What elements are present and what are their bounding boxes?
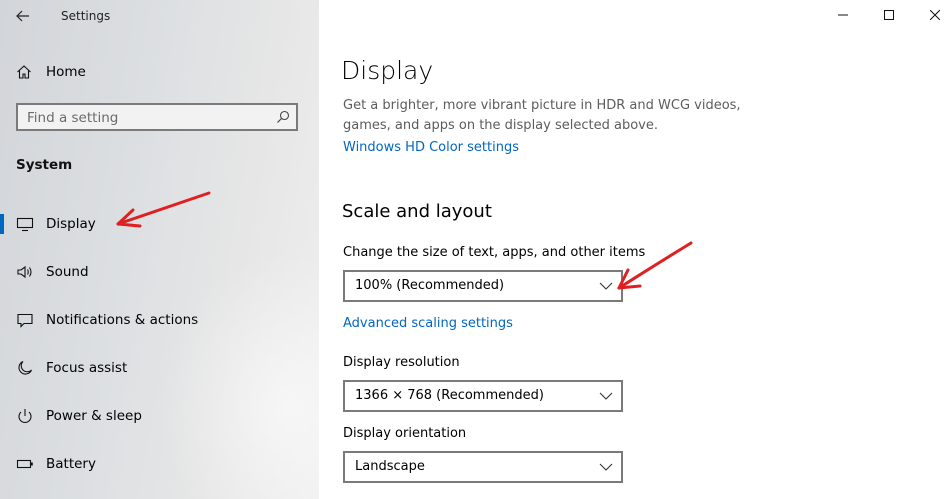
search-placeholder: Find a setting (27, 110, 119, 126)
home-icon (17, 65, 31, 79)
scale-dropdown[interactable]: 100% (Recommended) (343, 270, 623, 302)
battery-icon (16, 459, 33, 469)
orientation-label: Display orientation (343, 426, 467, 441)
chevron-down-icon (599, 392, 613, 400)
home-nav-item[interactable]: Home (0, 56, 319, 88)
chevron-down-icon (599, 282, 613, 290)
scale-layout-heading: Scale and layout (342, 201, 492, 222)
search-input[interactable]: Find a setting (16, 103, 298, 131)
sidebar-item-label: Focus assist (46, 360, 128, 376)
sidebar-item-label: Sound (46, 264, 89, 280)
resolution-value: 1366 × 768 (Recommended) (355, 388, 544, 403)
back-button[interactable] (8, 4, 38, 28)
app-title: Settings (61, 9, 111, 23)
speaker-icon (17, 265, 32, 279)
main-content: Display Get a brighter, more vibrant pic… (319, 0, 950, 499)
chevron-down-icon (599, 463, 613, 471)
power-icon (18, 409, 32, 423)
sidebar-item-label: Battery (46, 456, 96, 472)
hdr-description: Get a brighter, more vibrant picture in … (343, 98, 741, 133)
orientation-value: Landscape (355, 459, 425, 474)
close-icon (930, 10, 940, 20)
notification-icon (17, 313, 33, 328)
sidebar-item-power-sleep[interactable]: Power & sleep (0, 396, 319, 436)
resolution-dropdown[interactable]: 1366 × 768 (Recommended) (343, 380, 623, 412)
scale-label: Change the size of text, apps, and other… (343, 245, 646, 260)
maximize-button[interactable] (866, 0, 912, 30)
maximize-icon (884, 10, 894, 20)
section-label-system: System (16, 157, 73, 173)
orientation-dropdown[interactable]: Landscape (343, 451, 623, 483)
sidebar-item-label: Display (46, 216, 96, 232)
sidebar-item-label: Power & sleep (46, 408, 142, 424)
sidebar-item-display[interactable]: Display (0, 204, 319, 244)
search-icon (277, 110, 290, 123)
sidebar-item-notifications[interactable]: Notifications & actions (0, 300, 319, 340)
sidebar: Settings Home Find a setting System Disp… (0, 0, 319, 499)
moon-icon (18, 360, 33, 375)
sidebar-item-sound[interactable]: Sound (0, 252, 319, 292)
advanced-scaling-link[interactable]: Advanced scaling settings (343, 316, 513, 331)
monitor-icon (16, 217, 34, 232)
sidebar-item-battery[interactable]: Battery (0, 444, 319, 484)
minimize-button[interactable] (820, 0, 866, 30)
resolution-label: Display resolution (343, 355, 460, 370)
scale-value: 100% (Recommended) (355, 278, 505, 293)
windows-hd-color-link[interactable]: Windows HD Color settings (343, 140, 519, 155)
close-button[interactable] (912, 0, 950, 30)
sidebar-item-label: Notifications & actions (46, 312, 199, 328)
back-arrow-icon (16, 10, 29, 22)
minimize-icon (838, 14, 848, 16)
sidebar-item-focus-assist[interactable]: Focus assist (0, 348, 319, 388)
home-label: Home (46, 64, 86, 80)
page-title: Display (341, 56, 434, 85)
